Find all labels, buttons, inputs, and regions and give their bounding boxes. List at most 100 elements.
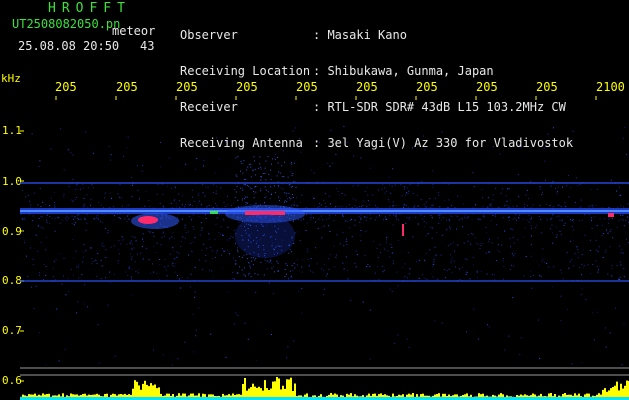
noise-dot (438, 194, 440, 196)
noise-dot (225, 205, 227, 207)
noise-dot (570, 187, 572, 189)
noise-dot (230, 235, 232, 237)
noise-dot (298, 290, 300, 292)
noise-dot (167, 265, 169, 267)
noise-dot (572, 219, 574, 220)
noise-dot (232, 272, 234, 274)
noise-dot (347, 270, 349, 271)
noise-dot (263, 202, 265, 204)
noise-dot (464, 217, 466, 218)
noise-dot (130, 253, 132, 255)
noise-dot (455, 266, 456, 268)
noise-dot (244, 322, 246, 324)
noise-dot (424, 149, 426, 151)
noise-dot (562, 186, 563, 188)
info-value-observer: : Masaki Kano (313, 28, 407, 42)
noise-dot (426, 222, 428, 224)
noise-dot (397, 285, 399, 287)
noise-dot (203, 243, 205, 245)
noise-dot (405, 205, 407, 206)
noise-dot (405, 238, 406, 240)
noise-dot (286, 357, 288, 359)
noise-dot (566, 309, 568, 311)
noise-dot (589, 239, 591, 241)
noise-dot (279, 172, 281, 174)
noise-dot (391, 185, 393, 187)
noise-dot (165, 269, 167, 271)
noise-dot (584, 234, 586, 236)
noise-dot (545, 203, 547, 205)
noise-dot (528, 198, 529, 200)
noise-dot (78, 264, 80, 266)
noise-dot (37, 204, 39, 206)
noise-dot (446, 270, 448, 272)
noise-dot (409, 218, 411, 220)
noise-dot (572, 221, 574, 223)
noise-dot (211, 270, 213, 272)
noise-dot (237, 246, 239, 248)
noise-dot (118, 217, 120, 219)
noise-dot (82, 256, 84, 258)
noise-dot (383, 269, 385, 271)
noise-dot (30, 204, 32, 206)
noise-dot (148, 259, 150, 261)
noise-dot (568, 174, 569, 176)
noise-dot (406, 277, 408, 279)
noise-dot (422, 274, 424, 276)
noise-dot (566, 252, 568, 253)
noise-dot (392, 168, 393, 170)
noise-dot (85, 250, 87, 252)
noise-dot (130, 258, 132, 260)
noise-dot (595, 260, 597, 262)
noise-dot (512, 237, 514, 239)
noise-dot (348, 204, 350, 206)
noise-dot (351, 218, 353, 220)
noise-dot (177, 358, 179, 360)
noise-dot (390, 244, 392, 245)
noise-dot (142, 245, 143, 247)
noise-dot (314, 205, 316, 207)
noise-dot (528, 215, 530, 216)
noise-dot (590, 188, 592, 190)
noise-dot (491, 274, 493, 276)
noise-dot (388, 176, 390, 178)
noise-dot (124, 218, 126, 220)
noise-dot (615, 307, 616, 309)
noise-dot (255, 191, 257, 193)
noise-dot (362, 301, 364, 303)
noise-dot (347, 221, 349, 223)
noise-dot (162, 205, 164, 207)
noise-dot (619, 194, 621, 196)
noise-dot (101, 265, 103, 267)
noise-dot (232, 278, 234, 279)
noise-dot (619, 205, 621, 207)
noise-dot (338, 206, 340, 208)
noise-dot (404, 276, 406, 278)
noise-dot (497, 237, 499, 239)
noise-dot (245, 202, 247, 204)
noise-dot (215, 223, 217, 225)
noise-dot (282, 188, 284, 190)
noise-dot (379, 215, 380, 217)
noise-dot (582, 249, 584, 251)
noise-dot (301, 271, 303, 273)
noise-dot (464, 258, 466, 260)
noise-dot (337, 191, 339, 193)
noise-dot (174, 263, 176, 265)
meteor-tag: meteor (112, 24, 156, 38)
noise-dot (335, 256, 337, 258)
noise-dot (159, 259, 161, 260)
noise-dot (544, 179, 546, 181)
noise-dot (215, 193, 217, 195)
noise-dot (407, 252, 409, 254)
noise-dot (529, 219, 531, 221)
noise-dot (254, 160, 255, 162)
noise-dot (242, 189, 244, 191)
noise-dot (432, 184, 434, 185)
noise-dot (205, 217, 207, 219)
noise-dot (73, 257, 75, 259)
noise-dot (338, 194, 340, 196)
noise-dot (63, 275, 64, 277)
noise-dot (172, 262, 174, 264)
noise-dot (237, 251, 239, 253)
